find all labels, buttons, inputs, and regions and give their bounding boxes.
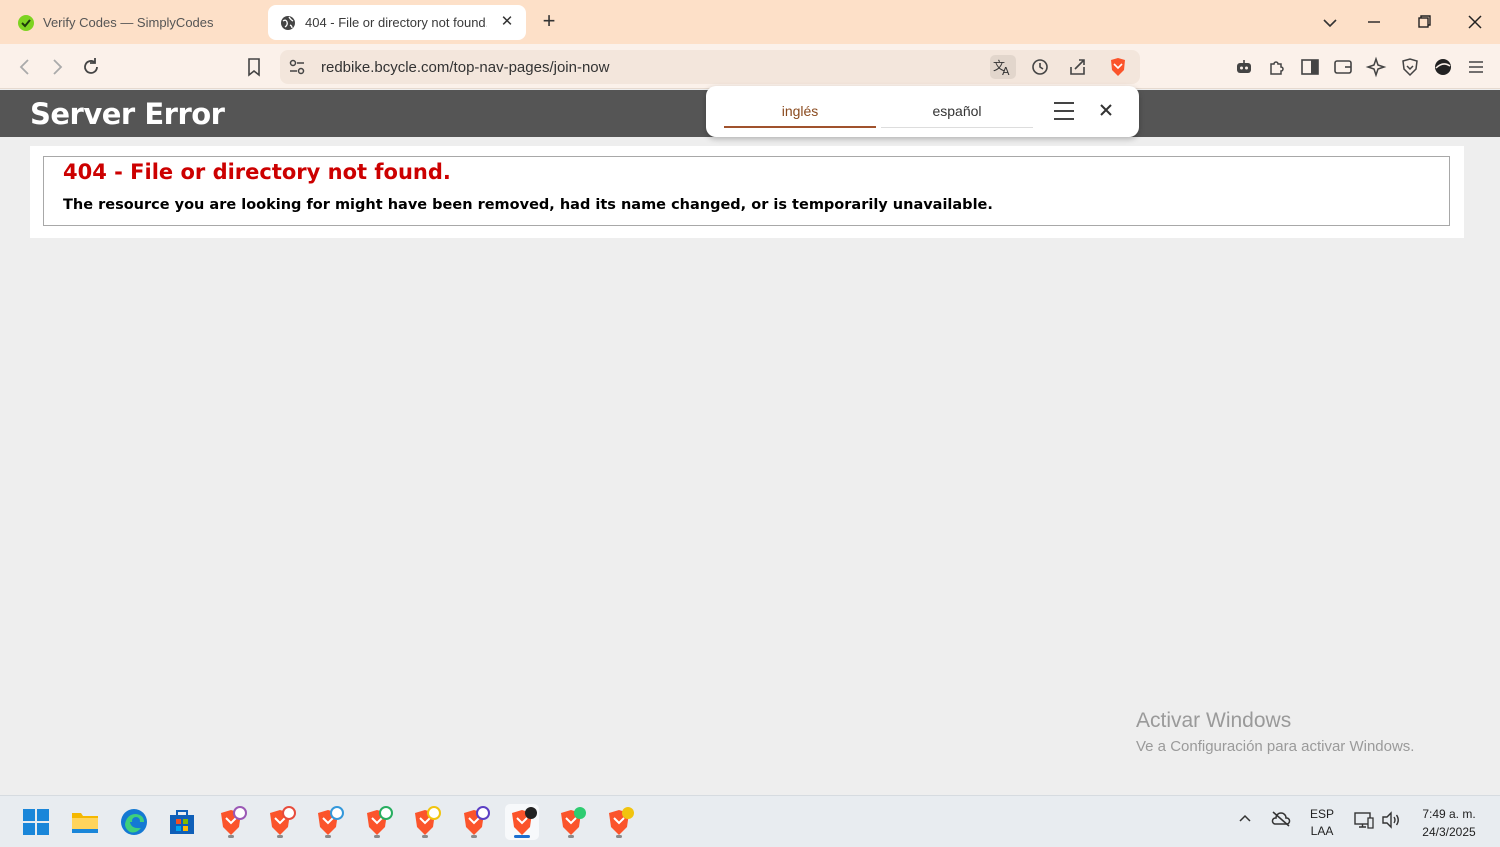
leo-ai-icon[interactable] bbox=[1232, 55, 1256, 79]
network-icon[interactable] bbox=[1353, 810, 1375, 833]
brave-profile-4-icon[interactable] bbox=[360, 804, 394, 840]
sidebar-icon[interactable] bbox=[1298, 55, 1322, 79]
error-box: 404 - File or directory not found. The r… bbox=[43, 156, 1450, 226]
globe-icon bbox=[280, 15, 296, 31]
brave-profile-1-icon[interactable] bbox=[214, 804, 248, 840]
brave-profile-7-icon[interactable] bbox=[505, 804, 539, 840]
back-icon[interactable] bbox=[13, 55, 37, 79]
tab-title: Verify Codes — SimplyCodes bbox=[43, 15, 214, 30]
brave-profile-9-icon[interactable] bbox=[602, 804, 636, 840]
running-indicator bbox=[277, 835, 283, 838]
new-tab-button[interactable]: + bbox=[538, 10, 560, 33]
error-message: The resource you are looking for might h… bbox=[63, 197, 993, 213]
running-indicator bbox=[471, 835, 477, 838]
show-hidden-icons-chevron-icon[interactable] bbox=[1236, 810, 1254, 831]
running-indicator bbox=[228, 835, 234, 838]
tab-strip: Verify Codes — SimplyCodes 404 - File or… bbox=[0, 0, 1500, 44]
taskbar: ESP LAA 7:49 a. m. 24/3/2025 bbox=[0, 795, 1500, 847]
browser-toolbar: redbike.bcycle.com/top-nav-pages/join-no… bbox=[0, 44, 1500, 89]
running-indicator bbox=[616, 835, 622, 838]
history-icon[interactable] bbox=[1027, 55, 1053, 79]
translate-close-icon[interactable] bbox=[1096, 100, 1116, 120]
bookmark-icon[interactable] bbox=[242, 55, 266, 79]
svg-text:A: A bbox=[1002, 65, 1010, 78]
tab-title: 404 - File or directory not found. bbox=[305, 15, 487, 30]
error-title: 404 - File or directory not found. bbox=[63, 160, 451, 184]
brave-profile-5-icon[interactable] bbox=[408, 804, 442, 840]
translate-icon[interactable]: 文A bbox=[990, 55, 1016, 79]
onedrive-offline-icon[interactable] bbox=[1270, 810, 1292, 831]
brave-profile-3-icon[interactable] bbox=[311, 804, 345, 840]
close-window-icon[interactable] bbox=[1462, 10, 1488, 34]
start-icon[interactable] bbox=[19, 804, 53, 840]
microsoft-store-icon[interactable] bbox=[165, 804, 199, 840]
running-indicator bbox=[422, 835, 428, 838]
activation-watermark-subtitle: Ve a Configuración para activar Windows. bbox=[1136, 738, 1415, 755]
translate-options-icon[interactable] bbox=[1052, 100, 1076, 122]
edge-icon[interactable] bbox=[117, 804, 151, 840]
content-area: 404 - File or directory not found. The r… bbox=[30, 146, 1464, 238]
activation-watermark-title: Activar Windows bbox=[1136, 709, 1292, 732]
tab-simplycodes[interactable]: Verify Codes — SimplyCodes bbox=[8, 5, 258, 40]
clock[interactable]: 7:49 a. m. 24/3/2025 bbox=[1412, 805, 1486, 841]
main-menu-icon[interactable] bbox=[1464, 55, 1488, 79]
brave-shields-icon[interactable] bbox=[1105, 55, 1131, 79]
minimize-icon[interactable] bbox=[1361, 10, 1387, 34]
simplycodes-icon bbox=[18, 14, 34, 31]
site-settings-icon[interactable] bbox=[284, 55, 310, 79]
brave-profile-8-icon[interactable] bbox=[554, 804, 588, 840]
profile-avatar-icon[interactable] bbox=[1431, 55, 1455, 79]
reload-icon[interactable] bbox=[79, 55, 103, 79]
running-indicator bbox=[374, 835, 380, 838]
file-explorer-icon[interactable] bbox=[68, 804, 102, 840]
brave-profile-2-icon[interactable] bbox=[263, 804, 297, 840]
translate-popup: inglés español bbox=[706, 86, 1139, 137]
vpn-icon[interactable] bbox=[1398, 55, 1422, 79]
translate-tab-english[interactable]: inglés bbox=[724, 86, 876, 128]
running-indicator bbox=[325, 835, 331, 838]
brave-profile-6-icon[interactable] bbox=[457, 804, 491, 840]
share-icon[interactable] bbox=[1065, 55, 1091, 79]
input-language-indicator[interactable]: ESP LAA bbox=[1310, 806, 1334, 840]
tab-list-chevron-icon[interactable] bbox=[1317, 10, 1343, 34]
address-bar[interactable]: redbike.bcycle.com/top-nav-pages/join-no… bbox=[280, 50, 1140, 84]
page-title: Server Error bbox=[30, 97, 225, 131]
restore-icon[interactable] bbox=[1411, 10, 1437, 34]
close-tab-icon[interactable]: ✕ bbox=[498, 13, 516, 31]
running-indicator bbox=[568, 835, 574, 838]
translate-tab-spanish[interactable]: español bbox=[881, 86, 1033, 128]
tab-404[interactable]: 404 - File or directory not found. ✕ bbox=[268, 5, 526, 40]
wallet-icon[interactable] bbox=[1331, 55, 1355, 79]
forward-icon[interactable] bbox=[45, 55, 69, 79]
extensions-icon[interactable] bbox=[1265, 55, 1289, 79]
rewards-icon[interactable] bbox=[1364, 55, 1388, 79]
clock-date: 24/3/2025 bbox=[1422, 825, 1476, 839]
keyboard-layout: LAA bbox=[1310, 824, 1334, 838]
url-text: redbike.bcycle.com/top-nav-pages/join-no… bbox=[321, 59, 610, 76]
language-code: ESP bbox=[1310, 807, 1335, 821]
active-indicator bbox=[514, 835, 530, 838]
volume-icon[interactable] bbox=[1380, 810, 1402, 833]
clock-time: 7:49 a. m. bbox=[1422, 807, 1476, 821]
